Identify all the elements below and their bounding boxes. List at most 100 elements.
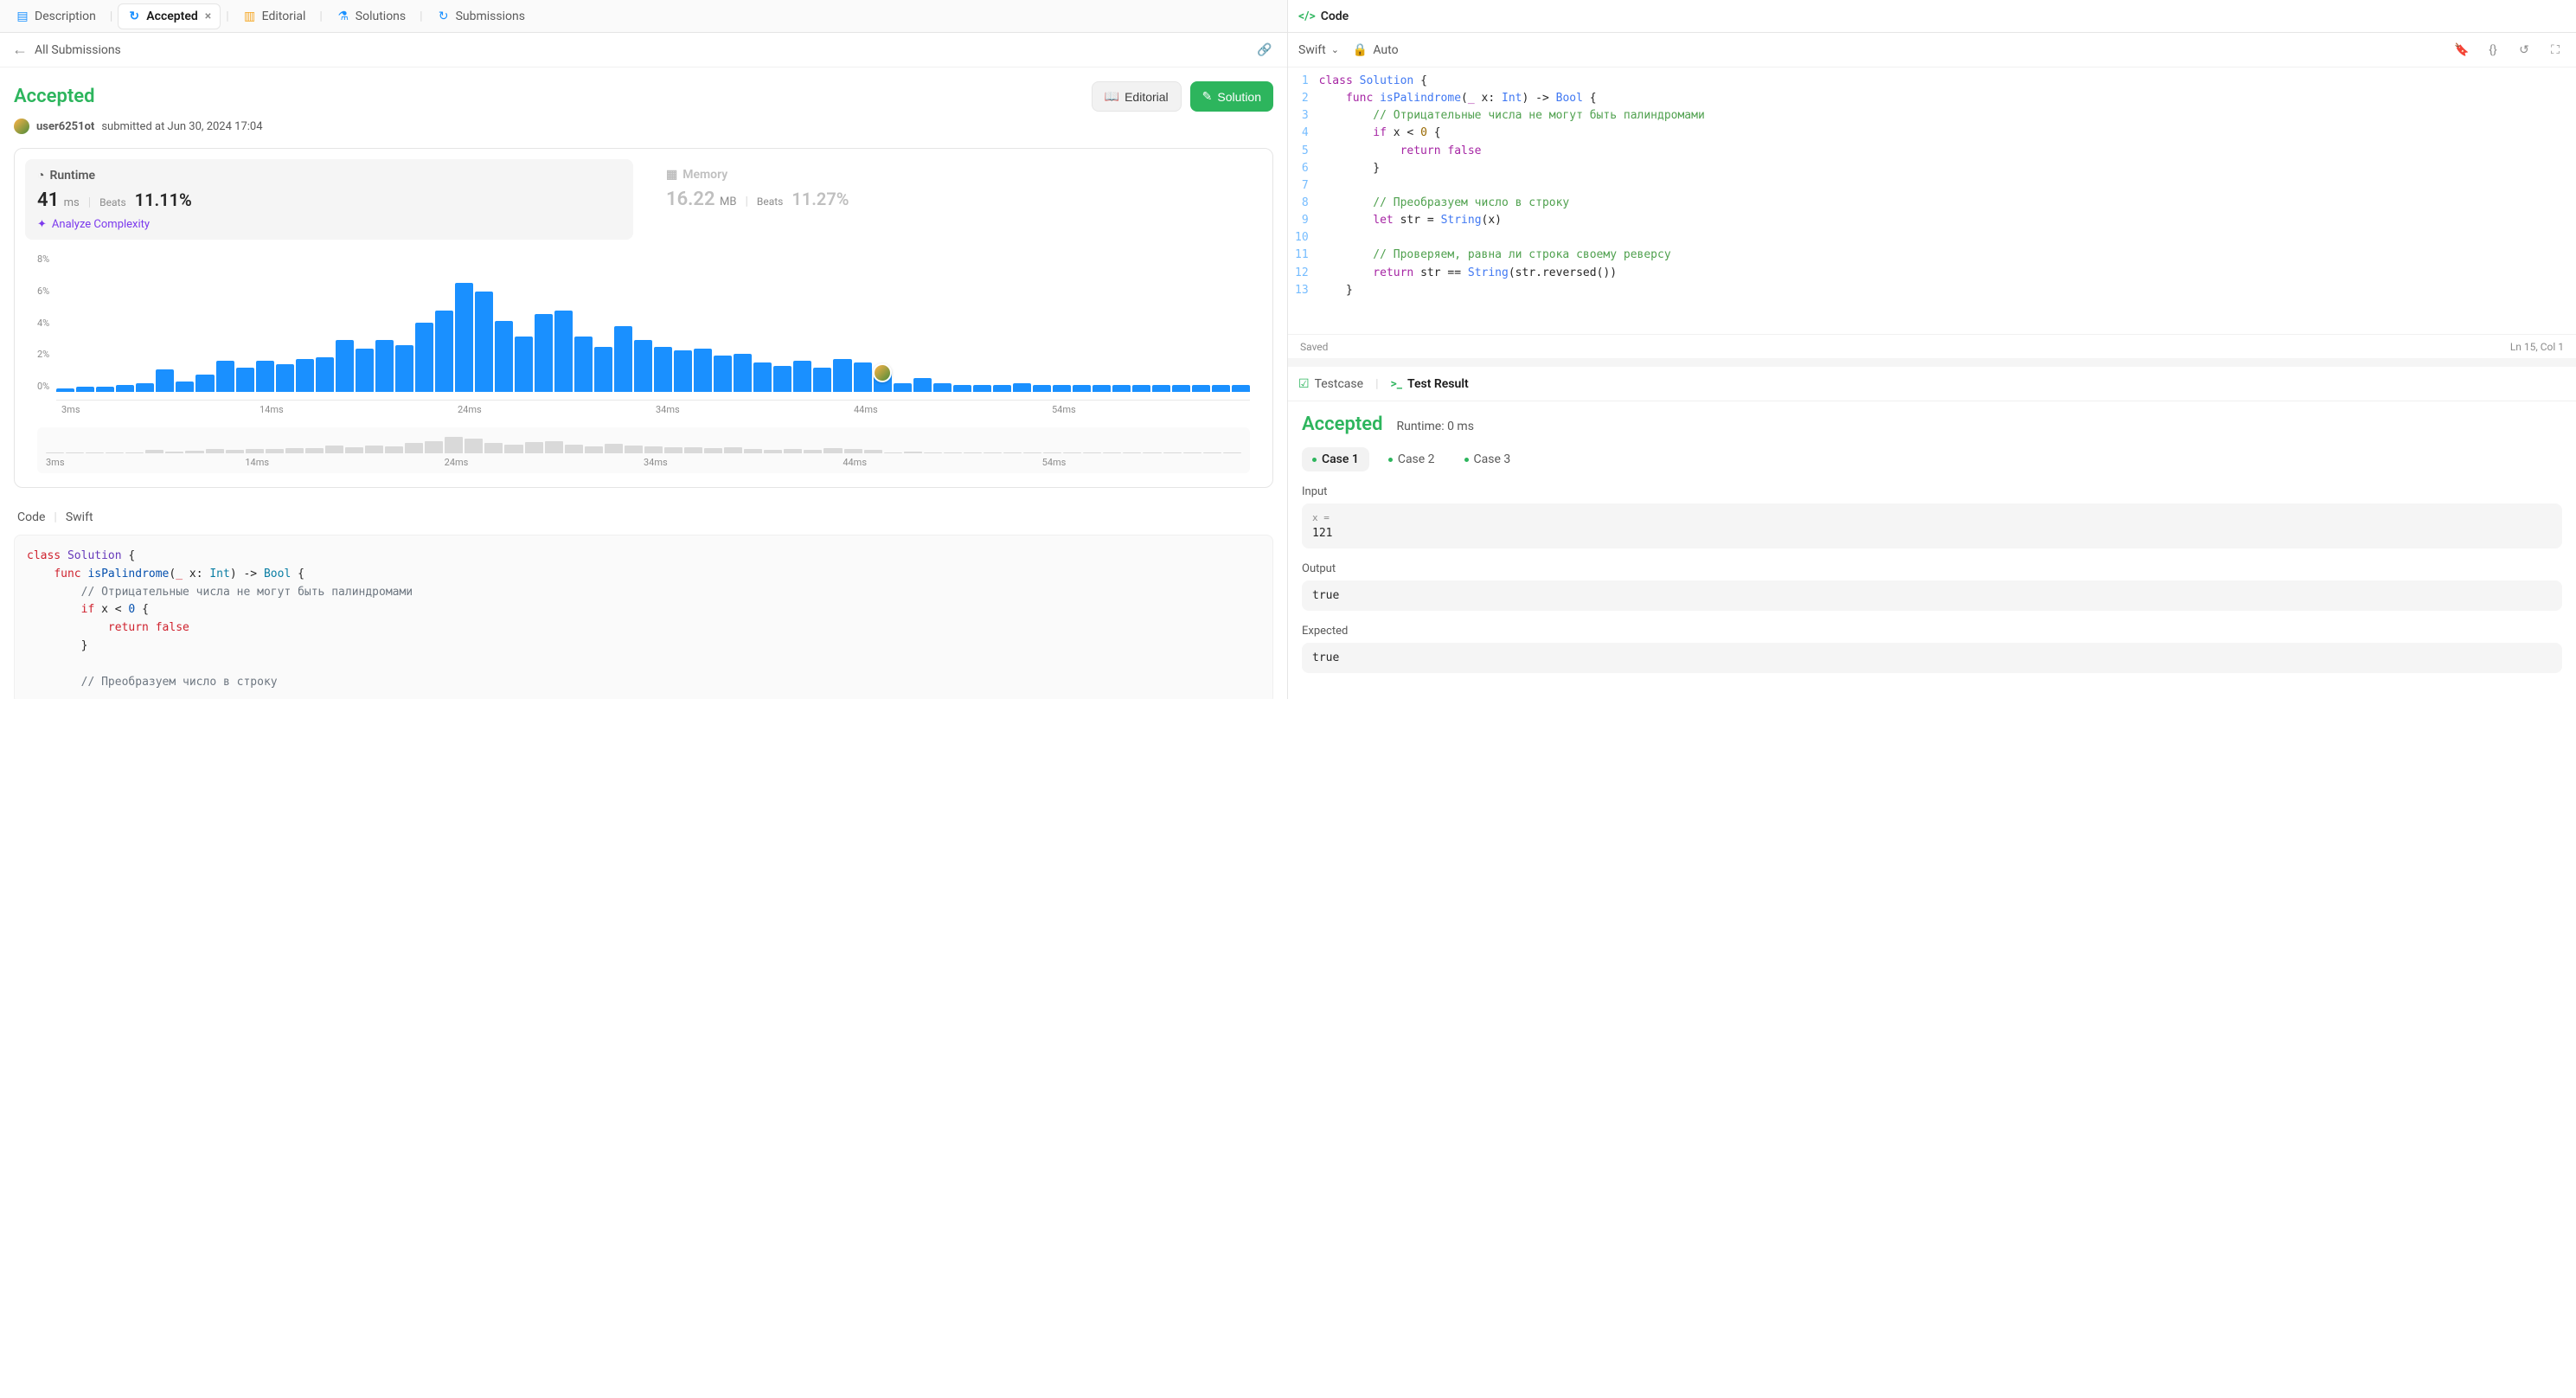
chart-bar[interactable]: [216, 361, 234, 392]
tab-description[interactable]: ▤ Description: [7, 4, 105, 29]
submitted-code: class Solution { func isPalindrome(_ x: …: [14, 535, 1273, 699]
chart-bar[interactable]: [1073, 385, 1091, 392]
chart-bar[interactable]: [1192, 385, 1210, 392]
chart-bar[interactable]: [753, 362, 772, 392]
chart-bar[interactable]: [654, 347, 672, 392]
chart-bar[interactable]: [854, 362, 872, 392]
chart-bar[interactable]: [495, 321, 513, 392]
chart-bar[interactable]: [176, 382, 194, 392]
chart-bar[interactable]: [1053, 385, 1071, 392]
tab-accepted[interactable]: ↻ Accepted ×: [118, 3, 221, 29]
solution-button[interactable]: ✎ Solution: [1190, 81, 1273, 112]
braces-icon[interactable]: {}: [2483, 40, 2503, 61]
chart-bar[interactable]: [356, 349, 374, 392]
all-submissions-link[interactable]: All Submissions: [35, 43, 121, 57]
chart-bar[interactable]: [1112, 385, 1131, 392]
output-box: true: [1302, 580, 2562, 611]
fullscreen-icon[interactable]: ⛶: [2545, 40, 2566, 61]
chart-bar[interactable]: [634, 340, 652, 392]
tab-solutions[interactable]: ⚗ Solutions: [328, 4, 414, 29]
chart-bar[interactable]: [535, 314, 553, 392]
case-tab-3[interactable]: Case 3: [1454, 447, 1522, 471]
chart-bar[interactable]: [674, 350, 692, 392]
chart-bar[interactable]: [1232, 385, 1250, 392]
chart-bar[interactable]: [953, 385, 971, 392]
chart-bar[interactable]: [1212, 385, 1230, 392]
chart-bar[interactable]: [913, 378, 932, 392]
memory-stat[interactable]: ▦Memory 16.22 MB | Beats 11.27%: [654, 159, 1262, 240]
chart-bar[interactable]: [136, 383, 154, 392]
chart-bar[interactable]: [773, 366, 791, 392]
chart-bar[interactable]: [714, 356, 732, 392]
chart-bar[interactable]: [1033, 385, 1051, 392]
chart-bar[interactable]: [455, 283, 473, 392]
chip-icon: ▦: [666, 168, 677, 182]
chart-bar[interactable]: [833, 359, 851, 392]
back-icon[interactable]: ←: [12, 41, 28, 59]
chart-bar[interactable]: [694, 349, 712, 392]
status-dot-icon: [1464, 458, 1469, 462]
chart-bar[interactable]: [236, 368, 254, 392]
chart-bar[interactable]: [894, 383, 912, 392]
chart-bar[interactable]: [614, 326, 632, 392]
chart-bar[interactable]: [256, 361, 274, 392]
chart-bar[interactable]: [316, 357, 334, 392]
chart-bar[interactable]: [195, 375, 214, 392]
chart-bar[interactable]: [475, 292, 493, 392]
testcase-tab[interactable]: ☑ Testcase: [1298, 377, 1363, 391]
chart-bar[interactable]: [554, 311, 573, 392]
autocomplete-toggle[interactable]: 🔒 Auto: [1353, 43, 1399, 57]
chart-bar[interactable]: [435, 311, 453, 392]
chart-bar[interactable]: [1132, 385, 1150, 392]
chart-bar[interactable]: [1013, 383, 1031, 392]
link-icon[interactable]: 🔗: [1254, 40, 1275, 61]
test-result-tab[interactable]: >_ Test Result: [1390, 377, 1468, 391]
chart-bar[interactable]: [336, 340, 354, 392]
bookmark-icon[interactable]: 🔖: [2451, 40, 2472, 61]
chart-bar[interactable]: [1093, 385, 1111, 392]
chart-bar[interactable]: [793, 361, 811, 392]
chart-bar[interactable]: [933, 383, 952, 392]
chart-bar[interactable]: [515, 337, 533, 392]
status-dot-icon: [1312, 458, 1317, 462]
close-icon[interactable]: ×: [205, 10, 211, 23]
chart-bar[interactable]: [96, 387, 114, 392]
chart-bar[interactable]: [76, 387, 94, 392]
editorial-button[interactable]: 📖 Editorial: [1092, 81, 1182, 112]
chart-bar[interactable]: [156, 369, 174, 392]
doc-icon: ▤: [16, 10, 29, 23]
chart-bar[interactable]: [415, 323, 433, 392]
lock-icon: 🔒: [1353, 43, 1368, 57]
username[interactable]: user6251ot: [36, 120, 94, 133]
chart-bar[interactable]: [993, 385, 1011, 392]
analyze-complexity-link[interactable]: ✦ Analyze Complexity: [37, 218, 621, 231]
saved-status: Saved: [1300, 341, 1328, 353]
chart-bar[interactable]: [296, 359, 314, 392]
chart-bar[interactable]: [813, 368, 831, 392]
chart-bar[interactable]: [56, 388, 74, 392]
chart-bar[interactable]: [574, 337, 593, 392]
code-icon: </>: [1298, 10, 1316, 23]
chart-bar[interactable]: [1172, 385, 1190, 392]
chart-bar[interactable]: [1152, 385, 1170, 392]
chart-bar[interactable]: [116, 385, 134, 392]
chart-minimap[interactable]: 3ms14ms24ms34ms44ms54ms: [37, 427, 1250, 473]
tab-submissions[interactable]: ↻ Submissions: [428, 4, 534, 29]
chart-bar[interactable]: [375, 340, 394, 392]
chevron-down-icon: ⌄: [1331, 44, 1339, 55]
runtime-distribution-chart: 8%6%4%2%0% 3ms14ms24ms34ms44ms54ms 3ms14…: [25, 247, 1262, 477]
left-tabs: ▤ Description | ↻ Accepted × | ▥ Editori…: [0, 0, 1287, 33]
code-editor[interactable]: 12345678910111213 class Solution { func …: [1288, 67, 2576, 334]
runtime-stat[interactable]: ◔Runtime 41 ms | Beats 11.11% ✦ Analyze …: [25, 159, 633, 240]
case-tab-1[interactable]: Case 1: [1302, 447, 1369, 471]
chart-bar[interactable]: [734, 354, 752, 392]
chart-bar[interactable]: [395, 345, 413, 392]
reset-icon[interactable]: ↺: [2514, 40, 2534, 61]
case-tab-2[interactable]: Case 2: [1378, 447, 1445, 471]
chart-bar[interactable]: [973, 385, 991, 392]
language-select[interactable]: Swift ⌄: [1298, 43, 1339, 57]
chart-bar[interactable]: [276, 364, 294, 392]
chart-bar[interactable]: [594, 347, 612, 392]
avatar[interactable]: [14, 119, 29, 134]
tab-editorial[interactable]: ▥ Editorial: [234, 4, 315, 29]
